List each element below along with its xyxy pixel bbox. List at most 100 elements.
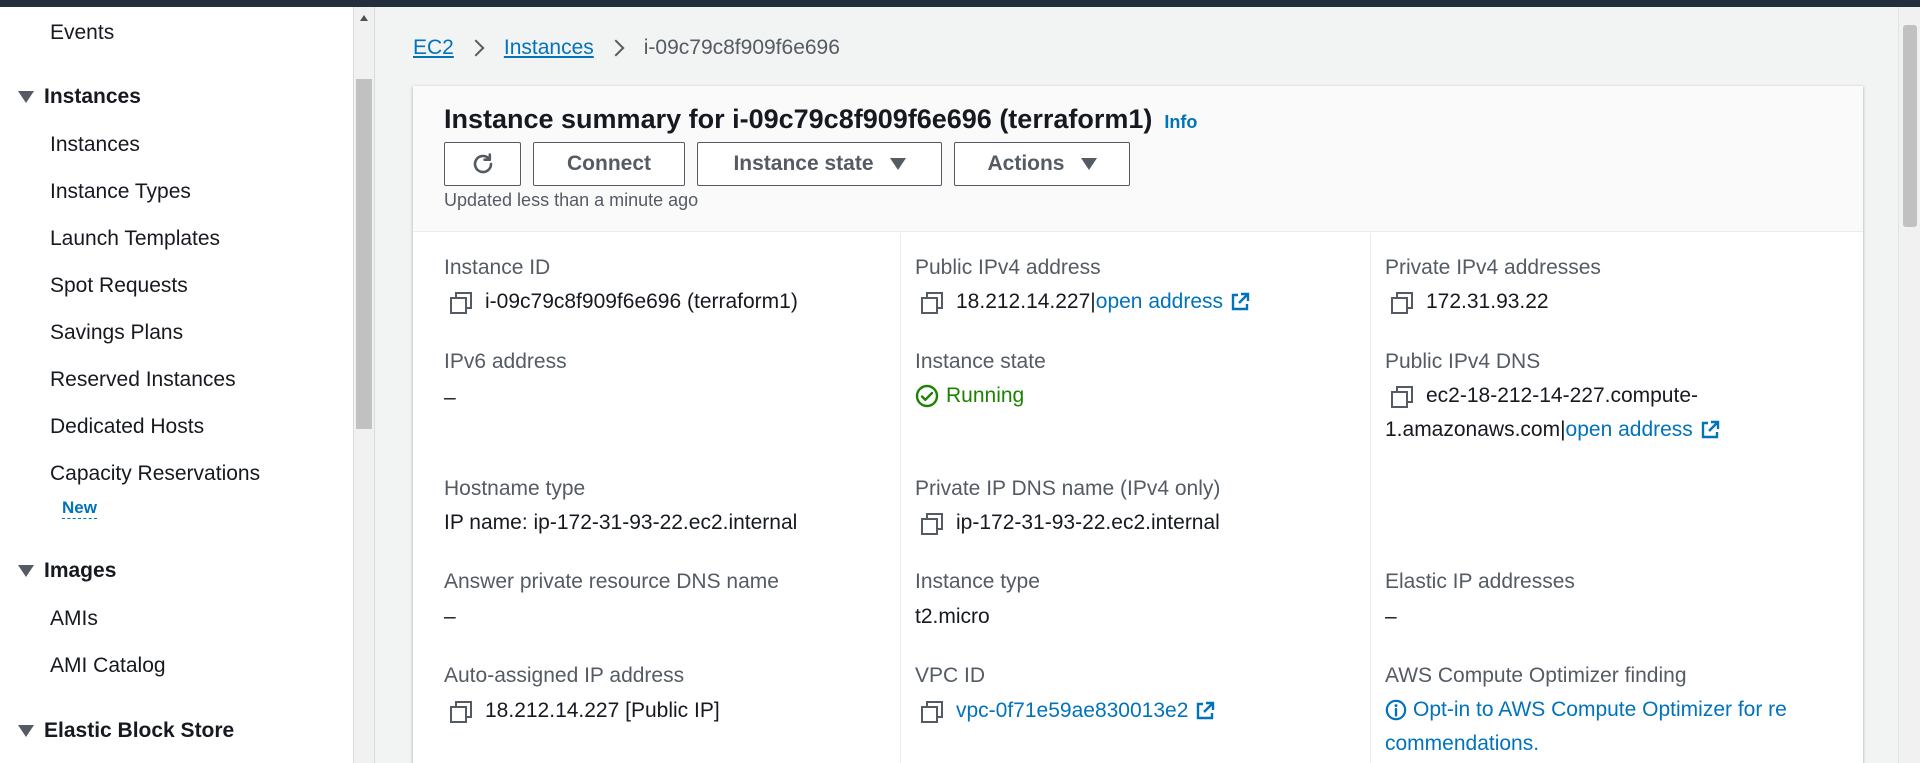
open-address-link[interactable]: open address [1096,290,1223,314]
page-title: Instance summary for i-09c79c8f909f6e696… [444,104,1197,135]
page-scrollbar[interactable] [1898,7,1920,763]
page-title-text: Instance summary for i-09c79c8f909f6e696… [444,104,1153,134]
private-dns-value: ip-172-31-93-22.ec2.internal [956,511,1220,534]
optimizer-opt-in-link[interactable]: Opt-in to AWS Compute Optimizer for re [1413,698,1787,722]
public-dns-line2-row: 1.amazonaws.com | open address [1385,418,1720,442]
sidebar-item-launch-templates[interactable]: Launch Templates [50,227,220,251]
actions-dropdown[interactable]: Actions [954,142,1130,186]
hostname-type-value: IP name: ip-172-31-93-22.ec2.internal [444,511,798,534]
sidebar-section-label: Elastic Block Store [44,719,235,742]
answer-dns-label: Answer private resource DNS name [444,570,779,593]
breadcrumb-ec2[interactable]: EC2 [413,36,454,60]
refresh-button[interactable] [444,142,521,186]
card-header: Instance summary for i-09c79c8f909f6e696… [413,86,1863,232]
caret-down-icon [1080,158,1097,170]
sidebar-section-instances[interactable]: Instances [18,85,141,109]
optimizer-line1-row: Opt-in to AWS Compute Optimizer for re [1385,698,1787,722]
sidebar-section-elastic-block-store[interactable]: Elastic Block Store [18,719,234,743]
actions-dropdown-label: Actions [987,152,1065,175]
collapse-triangle-icon [18,725,34,737]
private-ipv4-label: Private IPv4 addresses [1385,256,1601,279]
copy-icon[interactable] [1391,386,1413,408]
sidebar-item-amis[interactable]: AMIs [50,607,98,631]
vpc-id-link[interactable]: vpc-0f71e59ae830013e2 [956,699,1188,723]
auto-ip-value-row: 18.212.14.227 [Public IP] [444,699,720,723]
public-dns-label: Public IPv4 DNS [1385,350,1541,373]
new-badge[interactable]: New [62,498,97,519]
info-link[interactable]: Info [1164,112,1197,133]
breadcrumb-instances[interactable]: Instances [504,36,594,60]
external-link-icon[interactable] [1700,420,1720,440]
auto-ip-value: 18.212.14.227 [Public IP] [485,699,720,722]
instance-state-dropdown-label: Instance state [733,152,874,175]
updated-timestamp: Updated less than a minute ago [444,190,699,210]
copy-icon[interactable] [921,701,943,723]
copy-icon[interactable] [921,513,943,535]
refresh-icon [473,153,492,174]
sidebar-item-instances[interactable]: Instances [50,133,140,157]
instance-state-dropdown[interactable]: Instance state [697,142,942,186]
connect-button[interactable]: Connect [533,142,685,186]
chevron-right-icon [607,39,625,57]
public-ipv4-label: Public IPv4 address [915,256,1101,279]
sidebar-item-spot-requests[interactable]: Spot Requests [50,274,188,298]
sidebar-scrollbar[interactable] [354,7,375,763]
public-dns-value-line2: 1.amazonaws.com [1385,418,1561,441]
copy-icon[interactable] [921,292,943,314]
external-link-icon[interactable] [1195,701,1215,721]
optimizer-label: AWS Compute Optimizer finding [1385,664,1687,687]
instance-id-value: i-09c79c8f909f6e696 (terraform1) [485,290,798,313]
answer-dns-value: – [444,605,456,628]
instance-id-label: Instance ID [444,256,551,279]
sidebar-section-label: Images [44,559,117,582]
private-dns-value-row: ip-172-31-93-22.ec2.internal [915,511,1220,535]
public-ipv4-value: 18.212.14.227 [956,290,1091,313]
instance-state-value: Running [946,384,1025,407]
instance-summary-card: Instance summary for i-09c79c8f909f6e696… [413,86,1863,763]
public-ipv4-value-row: 18.212.14.227 | open address [915,290,1250,314]
ipv6-value: – [444,386,456,409]
scroll-up-arrow-icon[interactable] [360,15,368,21]
private-ipv4-value-row: 172.31.93.22 [1385,290,1549,314]
elastic-ip-label: Elastic IP addresses [1385,570,1575,593]
sidebar-item-dedicated-hosts[interactable]: Dedicated Hosts [50,415,204,439]
chevron-right-icon [467,39,485,57]
copy-icon[interactable] [1391,292,1413,314]
private-ipv4-value: 172.31.93.22 [1426,290,1549,313]
auto-ip-label: Auto-assigned IP address [444,664,685,687]
sidebar-section-label: Instances [44,85,141,108]
open-address-link[interactable]: open address [1566,418,1693,442]
page-scrollbar-thumb[interactable] [1903,25,1917,227]
collapse-triangle-icon [18,91,34,103]
connect-button-label: Connect [567,152,651,175]
external-link-icon[interactable] [1230,292,1250,312]
breadcrumb-current: i-09c79c8f909f6e696 [643,36,840,59]
copy-icon[interactable] [450,292,472,314]
sidebar-scrollbar-thumb[interactable] [356,79,372,429]
column-divider [900,233,901,763]
sidebar-item-capacity-reservations[interactable]: Capacity Reservations [50,462,260,486]
breadcrumb: EC2 Instances i-09c79c8f909f6e696 [413,36,840,60]
optimizer-line2-row: commendations. [1385,732,1539,756]
optimizer-opt-in-link-cont[interactable]: commendations. [1385,732,1539,756]
sidebar-item-savings-plans[interactable]: Savings Plans [50,321,183,345]
sidebar-item-ami-catalog[interactable]: AMI Catalog [50,654,166,678]
vpc-id-value-row: vpc-0f71e59ae830013e2 [915,699,1215,723]
instance-type-value: t2.micro [915,605,990,628]
caret-down-icon [889,158,906,170]
sidebar-item-reserved-instances[interactable]: Reserved Instances [50,368,236,392]
hostname-type-label: Hostname type [444,477,586,500]
public-dns-line1-row: ec2-18-212-14-227.compute- [1385,384,1698,408]
ipv6-label: IPv6 address [444,350,567,373]
sidebar-section-images[interactable]: Images [18,559,116,583]
sidebar-item-instance-types[interactable]: Instance Types [50,180,191,204]
status-success-icon [915,384,939,408]
private-dns-label: Private IP DNS name (IPv4 only) [915,477,1221,500]
info-icon [1385,699,1407,721]
instance-id-value-row: i-09c79c8f909f6e696 (terraform1) [444,290,798,314]
collapse-triangle-icon [18,565,34,577]
public-dns-value-line1: ec2-18-212-14-227.compute- [1426,384,1698,407]
vpc-id-label: VPC ID [915,664,986,687]
sidebar-item-events[interactable]: Events [50,21,114,45]
copy-icon[interactable] [450,701,472,723]
